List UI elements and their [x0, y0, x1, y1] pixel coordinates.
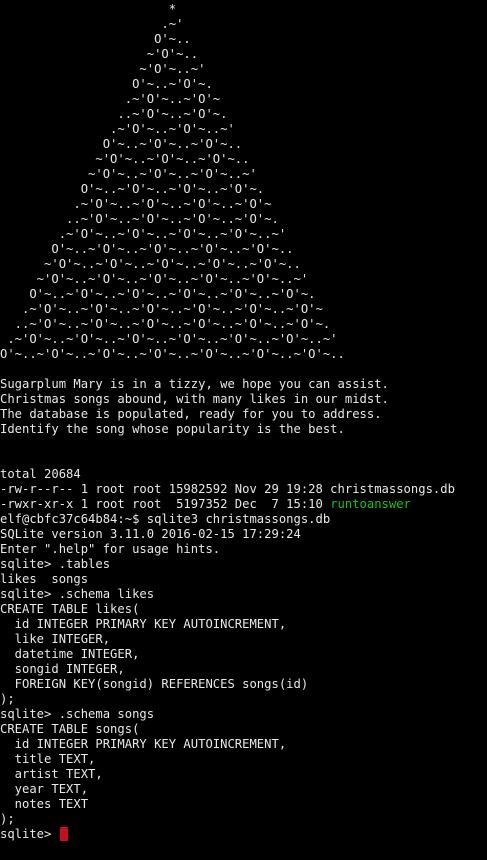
tables-output: likes songs	[0, 572, 89, 586]
listing-meta: -rwxr-xr-x 1 root root 5197352 Dec 7 15:…	[0, 497, 331, 511]
sqlite-command: sqlite> .schema songs	[0, 707, 155, 721]
tree-line: O'~..~'O'~..~'O'~..~'O'~..~'O'~..~'O'~..…	[0, 347, 345, 361]
schema-line: id INTEGER PRIMARY KEY AUTOINCREMENT,	[0, 617, 287, 631]
tree-line: .~'	[0, 17, 184, 31]
tree-line: .~'O'~..~'O'~..~'O'~..~'O'~..~'	[0, 227, 287, 241]
tree-line: O'~..~'O'~..~'O'~..~'O'~..~'O'~..	[0, 242, 294, 256]
schema-line: datetime INTEGER,	[0, 647, 140, 661]
schema-line: artist TEXT,	[0, 767, 103, 781]
schema-line: FOREIGN KEY(songid) REFERENCES songs(id)	[0, 677, 309, 691]
tree-line: ~'O'~..~'O'~..~'O'~..~'	[0, 167, 257, 181]
tree-line: O'~..~'O'~.	[0, 77, 213, 91]
listing-row-db: -rw-r--r-- 1 root root 15982592 Nov 29 1…	[0, 482, 455, 496]
tree-line: O'~..~'O'~..~'O'~..	[0, 137, 243, 151]
text-cursor	[59, 827, 68, 841]
tree-line: ..~'O'~..~'O'~..~'O'~..~'O'~.	[0, 212, 279, 226]
tree-line: .~'O'~..~'O'~..~'O'~..~'O'~..~'O'~..~'O'…	[0, 302, 323, 316]
tree-line: ~'O'~..~'O'~..~'O'~..	[0, 152, 250, 166]
sqlite-command: sqlite> .tables	[0, 557, 111, 571]
listing-total: total 20684	[0, 467, 81, 481]
tree-line: .~'O'~..~'O'~	[0, 92, 221, 106]
tree-line: O'~..~'O'~..~'O'~..~'O'~.	[0, 182, 265, 196]
sqlite-banner: SQLite version 3.11.0 2016-02-15 17:29:2…	[0, 527, 301, 541]
schema-line: );	[0, 692, 15, 706]
poem-line: Christmas songs abound, with many likes …	[0, 392, 389, 406]
tree-line: ..~'O'~..~'O'~..~'O'~..~'O'~..~'O'~..~'O…	[0, 317, 331, 331]
sqlite-prompt: sqlite>	[0, 827, 59, 841]
schema-line: title TEXT,	[0, 752, 96, 766]
schema-line: like INTEGER,	[0, 632, 111, 646]
poem-line: Identify the song whose popularity is th…	[0, 422, 345, 436]
schema-line: songid INTEGER,	[0, 662, 125, 676]
tree-line: *	[0, 2, 177, 16]
tree-line: ~'O'~..~'O'~..~'O'~..~'O'~..~'O'~..	[0, 257, 301, 271]
tree-line: .~'O'~..~'O'~..~'O'~..~'O'~..~'O'~..~'O'…	[0, 332, 338, 346]
command-input-line[interactable]: sqlite>	[0, 827, 487, 842]
schema-line: );	[0, 812, 15, 826]
sqlite-hint: Enter ".help" for usage hints.	[0, 542, 221, 556]
poem-line: The database is populated, ready for you…	[0, 407, 382, 421]
tree-line: .~'O'~..~'O'~..~'O'~..~'O'~	[0, 197, 272, 211]
poem-line: Sugarplum Mary is in a tizzy, we hope yo…	[0, 377, 389, 391]
shell-command: elf@cbfc37c64b84:~$ sqlite3 christmasson…	[0, 512, 331, 526]
tree-line: ..~'O'~..~'O'~.	[0, 107, 228, 121]
tree-line: ~'O'~..~'	[0, 62, 206, 76]
poem: Sugarplum Mary is in a tizzy, we hope yo…	[0, 377, 487, 437]
listing-row-exe: -rwxr-xr-x 1 root root 5197352 Dec 7 15:…	[0, 497, 487, 512]
schema-line: CREATE TABLE songs(	[0, 722, 140, 736]
tree-line: ~'O'~..~'O'~..~'O'~..~'O'~..~'O'~..~'	[0, 272, 309, 286]
executable-name: runtoanswer	[330, 497, 411, 511]
sqlite-command: sqlite> .schema likes	[0, 587, 155, 601]
tree-line: O'~..~'O'~..~'O'~..~'O'~..~'O'~..~'O'~.	[0, 287, 316, 301]
sqlite-session: elf@cbfc37c64b84:~$ sqlite3 christmasson…	[0, 512, 487, 827]
schema-line: CREATE TABLE likes(	[0, 602, 140, 616]
terminal-window[interactable]: * .~' O'~.. ~'O'~.. ~'O'~..~' O'~..~'O'~…	[0, 0, 487, 860]
tree-line: O'~..	[0, 32, 191, 46]
directory-listing: total 20684 -rw-r--r-- 1 root root 15982…	[0, 467, 487, 512]
ascii-tree: * .~' O'~.. ~'O'~.. ~'O'~..~' O'~..~'O'~…	[0, 2, 487, 362]
schema-line: year TEXT,	[0, 782, 89, 796]
tree-line: .~'O'~..~'O'~..~'	[0, 122, 235, 136]
schema-line: notes TEXT	[0, 797, 89, 811]
schema-line: id INTEGER PRIMARY KEY AUTOINCREMENT,	[0, 737, 287, 751]
tree-line: ~'O'~..	[0, 47, 199, 61]
